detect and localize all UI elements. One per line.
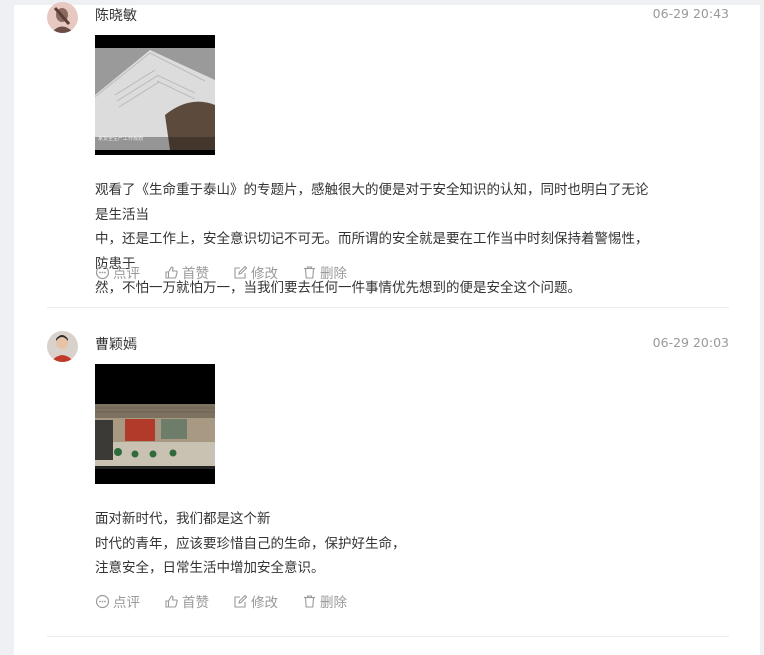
comment-icon — [95, 265, 110, 279]
trash-icon — [304, 265, 315, 279]
comment-button[interactable]: 点评 — [95, 591, 140, 611]
username[interactable]: 陈晓敏 — [95, 5, 137, 25]
edit-button[interactable]: 修改 — [233, 591, 278, 611]
timestamp: 06-29 20:03 — [652, 335, 729, 350]
avatar[interactable] — [47, 2, 78, 33]
thumb-caption: 家安全生产工作规划 — [98, 135, 143, 142]
top-like-button[interactable]: 首赞 — [164, 262, 209, 282]
delete-button[interactable]: 删除 — [302, 591, 347, 611]
divider — [47, 307, 729, 308]
username[interactable]: 曹颖嫣 — [95, 334, 137, 354]
action-bar: 点评 首赞 修改 删除 — [95, 262, 371, 282]
avatar[interactable] — [47, 331, 78, 362]
comment-text: 观看了《生命重于泰山》的专题片，感触很大的便是对于安全知识的认知，同时也明白了无… — [95, 182, 649, 296]
delete-button[interactable]: 删除 — [302, 262, 347, 282]
comment-panel: 陈晓敏 06-29 20:43 家安全生产工作规划 观看了《生命重于泰山》的专题… — [14, 2, 760, 655]
video-thumbnail[interactable]: 家安全生产工作规划 — [95, 35, 215, 155]
divider — [47, 636, 729, 637]
thumbs-up-icon — [165, 594, 178, 608]
action-bar: 点评 首赞 修改 删除 — [95, 591, 371, 611]
top-like-button[interactable]: 首赞 — [164, 591, 209, 611]
video-thumbnail[interactable] — [95, 364, 215, 484]
comment-button[interactable]: 点评 — [95, 262, 140, 282]
thumbs-up-icon — [165, 265, 178, 279]
comment-icon — [95, 594, 110, 608]
timestamp: 06-29 20:43 — [652, 6, 729, 21]
edit-icon — [234, 265, 248, 279]
edit-icon — [234, 594, 248, 608]
trash-icon — [304, 594, 315, 608]
scrollbar[interactable] — [760, 0, 764, 644]
edit-button[interactable]: 修改 — [233, 262, 278, 282]
comment-text: 面对新时代，我们都是这个新 时代的青年，应该要珍惜自己的生命，保护好生命， 注意… — [95, 511, 406, 576]
